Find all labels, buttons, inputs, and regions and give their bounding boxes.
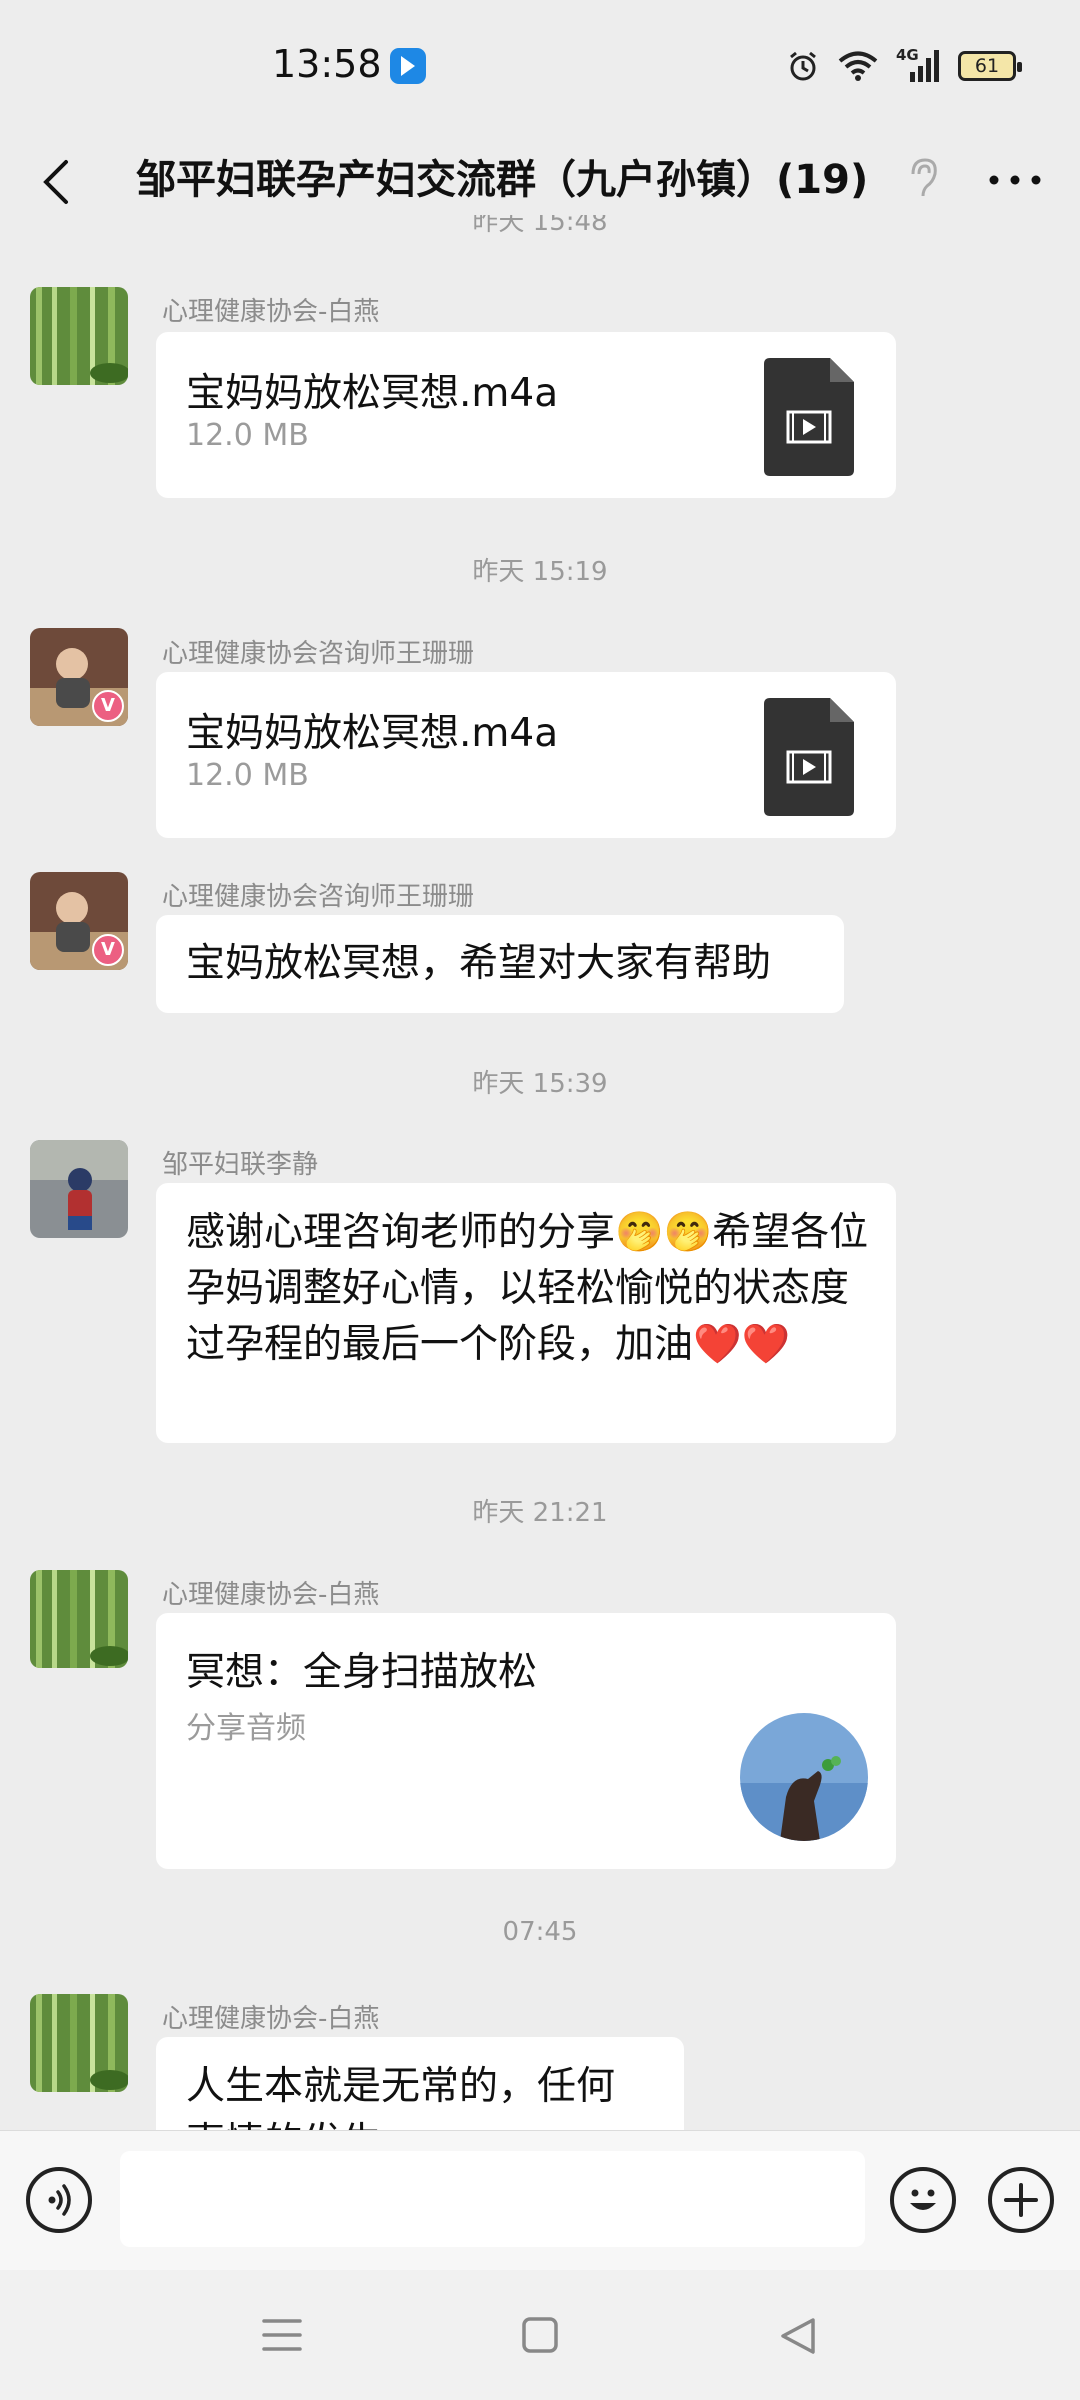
avatar-wangshanshan[interactable]: V	[30, 628, 128, 726]
app-notification-icon	[390, 48, 426, 84]
avatar-wangshanshan[interactable]: V	[30, 872, 128, 970]
avatar-baiyan[interactable]	[30, 287, 128, 385]
wifi-icon	[838, 51, 878, 81]
file-name: 宝妈妈放松冥想.m4a	[186, 371, 559, 416]
message-list[interactable]: 昨天 15:48 心理健康协会-白燕 宝妈妈放松冥想.m4a 12.0 MB 昨…	[0, 215, 1080, 2130]
timestamp: 昨天 15:39	[472, 1069, 608, 1099]
avatar-baiyan[interactable]	[30, 1994, 128, 2092]
voice-icon	[48, 2184, 71, 2216]
audio-share-message[interactable]: 冥想：全身扫描放松 分享音频	[156, 1613, 896, 1869]
menu-icon[interactable]	[262, 2318, 302, 2352]
chevron-left-icon	[43, 160, 68, 204]
text-message[interactable]: 感谢心理咨询老师的分享🤭🤭希望各位孕妈调整好心情，以轻松愉悦的状态度过孕程的最后…	[156, 1183, 896, 1443]
video-file-icon	[764, 698, 854, 816]
file-size: 12.0 MB	[186, 418, 309, 453]
add-attachment-button[interactable]	[988, 2167, 1054, 2233]
verified-badge-icon: V	[92, 690, 124, 722]
sender-name: 心理健康协会咨询师王珊珊	[162, 639, 475, 669]
message-text: 人生本就是无常的，任何事情的发生	[186, 2064, 616, 2130]
file-message[interactable]: 宝妈妈放松冥想.m4a 12.0 MB	[156, 332, 896, 498]
status-bar: 13:58 4G 61	[0, 0, 1080, 130]
message-input[interactable]	[120, 2151, 865, 2247]
file-size: 12.0 MB	[186, 758, 309, 793]
battery-icon: 61	[958, 51, 1022, 81]
back-button[interactable]	[30, 152, 90, 212]
timestamp: 昨天 15:48	[472, 215, 608, 237]
file-name: 宝妈妈放松冥想.m4a	[186, 711, 559, 756]
plus-icon	[1004, 2183, 1038, 2217]
sender-name: 心理健康协会-白燕	[162, 297, 380, 327]
voice-input-button[interactable]	[26, 2167, 92, 2233]
sender-name: 心理健康协会-白燕	[162, 1580, 380, 1610]
more-icon	[989, 175, 1041, 185]
verified-badge-icon: V	[92, 934, 124, 966]
file-message[interactable]: 宝妈妈放松冥想.m4a 12.0 MB	[156, 672, 896, 838]
status-icons: 4G 61	[786, 46, 1022, 86]
timestamp: 昨天 15:19	[472, 557, 608, 587]
alarm-icon	[790, 51, 816, 81]
back-nav-icon[interactable]	[778, 2316, 818, 2356]
emoji-button[interactable]	[890, 2167, 956, 2233]
sender-name: 邹平妇联李静	[162, 1150, 319, 1180]
status-time: 13:58	[272, 42, 382, 86]
timestamp: 07:45	[502, 1917, 578, 1947]
sender-name: 心理健康协会-白燕	[162, 2004, 380, 2034]
text-message[interactable]: 宝妈放松冥想，希望对大家有帮助	[156, 915, 844, 1013]
more-options-button[interactable]	[980, 150, 1050, 210]
sender-name: 心理健康协会咨询师王珊珊	[162, 882, 475, 912]
video-file-icon	[764, 358, 854, 476]
cellular-signal-icon: 4G	[896, 46, 940, 84]
audio-subtitle: 分享音频	[186, 1711, 306, 1746]
message-text: 感谢心理咨询老师的分享🤭🤭希望各位孕妈调整好心情，以轻松愉悦的状态度过孕程的最后…	[186, 1210, 869, 1367]
avatar-lijing[interactable]	[30, 1140, 128, 1238]
system-nav-bar	[0, 2270, 1080, 2400]
message-text: 宝妈放松冥想，希望对大家有帮助	[186, 941, 772, 986]
input-bar	[0, 2130, 1080, 2270]
text-message[interactable]: 人生本就是无常的，任何事情的发生	[156, 2037, 684, 2130]
home-icon[interactable]	[521, 2316, 559, 2354]
timestamp: 昨天 21:21	[472, 1498, 608, 1528]
avatar-baiyan[interactable]	[30, 1570, 128, 1668]
emoji-icon	[910, 2189, 936, 2210]
audio-title: 冥想：全身扫描放松	[186, 1650, 538, 1695]
ear-icon	[911, 158, 937, 197]
audio-thumbnail-icon	[740, 1713, 868, 1841]
